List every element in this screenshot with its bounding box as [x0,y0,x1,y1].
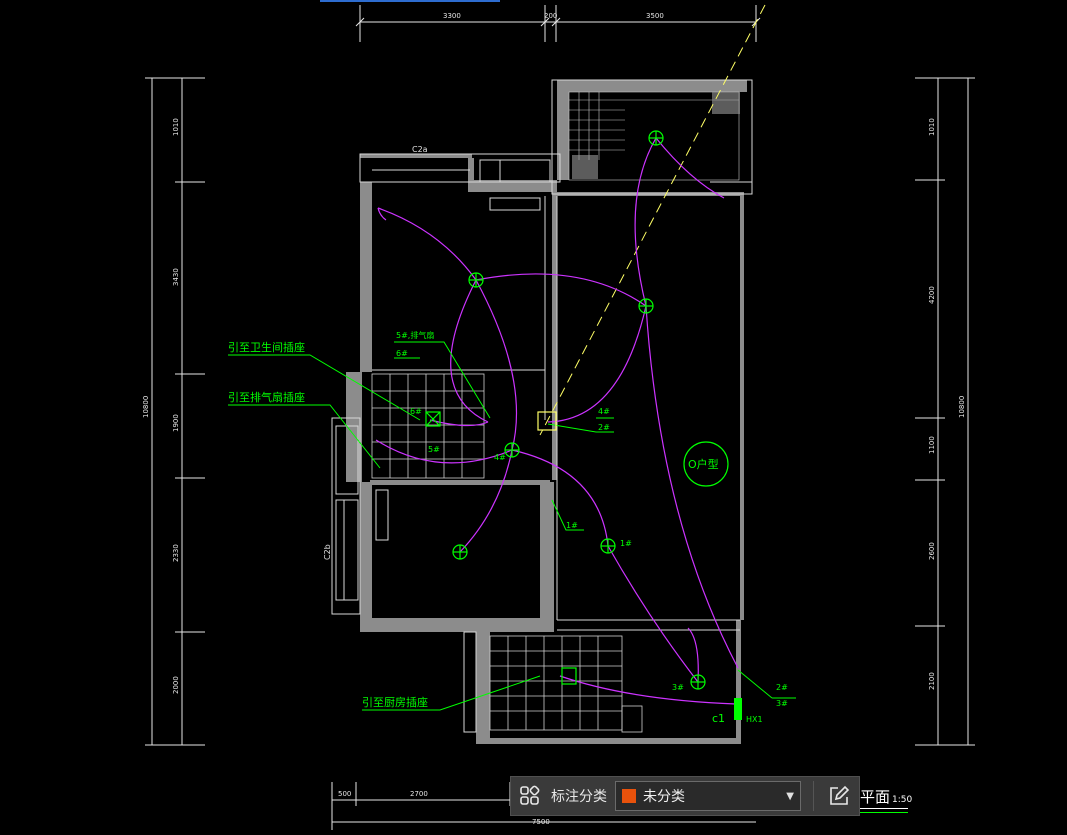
label-exhaust-tag: 5#,排气扇 [396,330,434,340]
axis-line [539,4,766,436]
dim-left-5: 2000 [172,676,180,694]
annotation-category-label: 标注分类 [551,789,607,805]
label-circuit-1a: 1# [566,521,578,530]
distribution-box [734,698,742,720]
category-dropdown[interactable]: 未分类 ▼ [615,781,801,811]
dim-right-2: 4200 [928,286,936,304]
label-box-circuit: c1 [712,712,725,725]
plan-title-underline [860,808,908,809]
label-to-kitchen-socket: 引至厨房插座 [362,695,428,709]
dim-right-5: 2100 [928,672,936,690]
label-circuit-4b: 4# [598,407,610,416]
floor-plan-drawing: 3300 200 3500 1010 3430 1900 2330 2000 1… [142,0,975,830]
label-circuit-5: 5# [428,445,440,454]
dim-left-2: 3430 [172,268,180,286]
label-to-bathroom-socket: 引至卫生间插座 [228,340,305,354]
grid-apps-icon[interactable] [511,777,549,815]
label-circuit-2b: 2# [776,683,788,692]
wall-outlines [331,79,753,733]
dim-left-total: 10800 [142,396,150,418]
dim-left-4: 2330 [172,544,180,562]
label-window-c2b: C2b [323,544,332,560]
dim-top-2: 200 [544,12,557,20]
edit-icon[interactable] [820,777,858,815]
annotation-toolbar: 标注分类 未分类 ▼ [510,776,860,816]
label-circuit-3b: 3# [776,699,788,708]
label-circuit-6b: 6# [410,407,422,416]
ceiling-lights [425,130,706,690]
right-dimension-chain [915,77,975,746]
category-selected-value: 未分类 [643,789,685,805]
label-circuit-4a: 4# [494,453,506,462]
plan-title: 平面 1:50 [860,786,912,807]
label-unit-type: O户型 [688,457,719,471]
dim-top-3: 3500 [646,12,664,20]
plan-title-name: 平面 [860,788,891,806]
label-circuit-6a: 6# [396,349,408,358]
dim-bottom-2: 2700 [410,790,428,798]
top-dimension-chain [355,5,761,42]
toolbar-divider [813,781,814,811]
label-to-exhaust-socket: 引至排气扇插座 [228,390,305,404]
plan-title-underline-green [860,812,908,813]
category-color-swatch [622,789,636,803]
label-circuit-1b: 1# [620,539,632,548]
dim-top-1: 3300 [443,12,461,20]
plan-title-scale: 1:50 [892,795,913,805]
dim-right-3: 1100 [928,436,936,454]
dim-bottom-total: 7500 [532,818,550,826]
dim-bottom-1: 500 [338,790,351,798]
label-circuit-2a: 2# [598,423,610,432]
dim-left-3: 1900 [172,414,180,432]
chevron-down-icon: ▼ [786,790,794,802]
left-dimension-chain [145,77,205,746]
label-box-id: HX1 [746,715,763,724]
dim-right-total: 10800 [958,396,966,418]
annotation-leaders [228,341,796,711]
label-circuit-3a: 3# [672,683,684,692]
dim-right-4: 2600 [928,542,936,560]
dim-left-1: 1010 [172,118,180,136]
dim-right-1: 1010 [928,118,936,136]
label-window-c2a: C2a [412,145,428,154]
